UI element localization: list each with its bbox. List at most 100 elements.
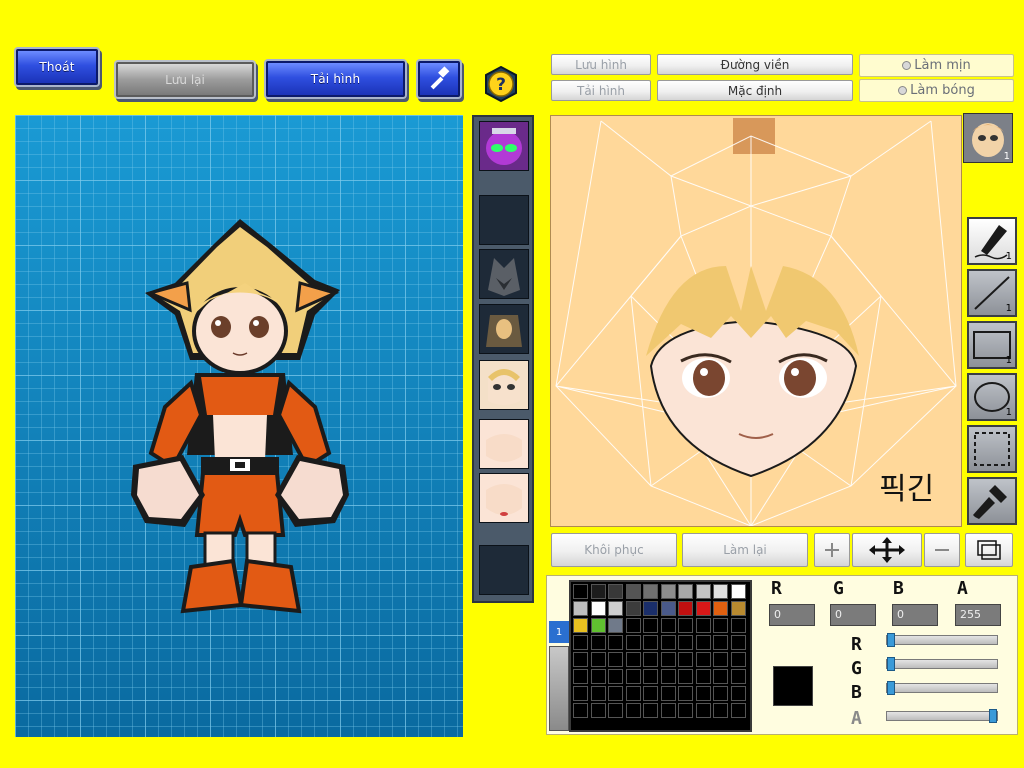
help-button[interactable]: ? bbox=[483, 65, 519, 103]
palette-swatch-empty[interactable] bbox=[660, 635, 676, 650]
palette-swatch-empty[interactable] bbox=[608, 669, 623, 684]
palette-grid[interactable] bbox=[569, 580, 752, 732]
palette-swatch[interactable] bbox=[573, 601, 588, 616]
zoom-in-button[interactable] bbox=[814, 533, 850, 567]
tab-default[interactable]: Mặc định bbox=[657, 80, 853, 101]
palette-swatch-empty[interactable] bbox=[573, 686, 588, 701]
palette-swatch[interactable] bbox=[573, 584, 588, 599]
palette-swatch-empty[interactable] bbox=[713, 652, 728, 667]
palette-swatch[interactable] bbox=[573, 618, 588, 633]
palette-swatch-empty[interactable] bbox=[625, 669, 641, 684]
line-tool[interactable]: 1 bbox=[967, 269, 1017, 317]
layers-button[interactable] bbox=[965, 533, 1013, 567]
part-slot-headgear[interactable] bbox=[479, 121, 529, 171]
palette-swatch[interactable] bbox=[590, 584, 606, 599]
palette-swatch-empty[interactable] bbox=[730, 686, 746, 701]
palette-swatch-empty[interactable] bbox=[730, 635, 746, 650]
avatar[interactable]: 1 bbox=[963, 113, 1013, 163]
g-slider[interactable] bbox=[886, 657, 998, 671]
palette-swatch[interactable] bbox=[590, 618, 606, 633]
palette-swatch-empty[interactable] bbox=[573, 703, 588, 718]
palette-swatch-empty[interactable] bbox=[660, 669, 676, 684]
palette-swatch[interactable] bbox=[695, 601, 711, 616]
palette-swatch[interactable] bbox=[660, 584, 676, 599]
palette-swatch-empty[interactable] bbox=[625, 703, 641, 718]
palette-swatch-empty[interactable] bbox=[643, 635, 658, 650]
palette-swatch-empty[interactable] bbox=[695, 703, 711, 718]
palette-swatch-empty[interactable] bbox=[660, 618, 676, 633]
part-slot-face-a[interactable] bbox=[479, 360, 529, 410]
smooth-option[interactable]: Làm mịn bbox=[859, 54, 1014, 77]
palette-swatch[interactable] bbox=[713, 584, 728, 599]
palette-swatch-empty[interactable] bbox=[678, 618, 693, 633]
palette-swatch[interactable] bbox=[625, 601, 641, 616]
palette-swatch-empty[interactable] bbox=[713, 669, 728, 684]
rectangle-tool[interactable]: 1 bbox=[967, 321, 1017, 369]
palette-swatch-empty[interactable] bbox=[643, 703, 658, 718]
palette-swatch-empty[interactable] bbox=[730, 618, 746, 633]
palette-swatch-empty[interactable] bbox=[643, 669, 658, 684]
palette-swatch[interactable] bbox=[608, 618, 623, 633]
palette-swatch-empty[interactable] bbox=[573, 635, 588, 650]
palette-swatch[interactable] bbox=[625, 584, 641, 599]
part-slot-empty-1[interactable] bbox=[479, 195, 529, 245]
palette-swatch-empty[interactable] bbox=[573, 652, 588, 667]
palette-swatch-empty[interactable] bbox=[660, 652, 676, 667]
part-slot-wolf[interactable] bbox=[479, 249, 529, 299]
save-button[interactable]: Lưu lại bbox=[116, 62, 254, 97]
shade-option[interactable]: Làm bóng bbox=[859, 79, 1014, 102]
eyedropper-tool[interactable] bbox=[967, 477, 1017, 525]
palette-swatch-empty[interactable] bbox=[695, 686, 711, 701]
palette-swatch-empty[interactable] bbox=[678, 652, 693, 667]
palette-swatch[interactable] bbox=[643, 601, 658, 616]
palette-swatch-empty[interactable] bbox=[590, 669, 606, 684]
r-value-box[interactable]: 0 bbox=[769, 604, 815, 626]
palette-swatch[interactable] bbox=[678, 584, 693, 599]
palette-swatch-empty[interactable] bbox=[608, 635, 623, 650]
palette-swatch-empty[interactable] bbox=[590, 686, 606, 701]
palette-swatch-empty[interactable] bbox=[608, 703, 623, 718]
b-slider-knob[interactable] bbox=[887, 681, 895, 695]
b-value-box[interactable]: 0 bbox=[892, 604, 938, 626]
palette-swatch[interactable] bbox=[730, 584, 746, 599]
palette-swatch[interactable] bbox=[660, 601, 676, 616]
palette-swatch-empty[interactable] bbox=[590, 652, 606, 667]
palette-swatch-empty[interactable] bbox=[660, 686, 676, 701]
palette-swatch-empty[interactable] bbox=[660, 703, 676, 718]
palette-swatch[interactable] bbox=[608, 601, 623, 616]
part-slot-empty-2[interactable] bbox=[479, 545, 529, 595]
palette-swatch[interactable] bbox=[695, 584, 711, 599]
smooth-radio[interactable] bbox=[902, 61, 912, 70]
exit-button[interactable]: Thoát bbox=[16, 49, 98, 85]
redo-button[interactable]: Làm lại bbox=[682, 533, 808, 567]
palette-swatch-empty[interactable] bbox=[643, 618, 658, 633]
b-slider[interactable] bbox=[886, 681, 998, 695]
palette-swatch-empty[interactable] bbox=[730, 669, 746, 684]
palette-swatch-empty[interactable] bbox=[695, 669, 711, 684]
palette-swatch-empty[interactable] bbox=[713, 635, 728, 650]
tab-outline[interactable]: Đường viền bbox=[657, 54, 853, 75]
tab-save-image[interactable]: Lưu hình bbox=[551, 54, 651, 75]
palette-swatch[interactable] bbox=[713, 601, 728, 616]
palette-swatch-empty[interactable] bbox=[730, 652, 746, 667]
palette-swatch-empty[interactable] bbox=[625, 652, 641, 667]
a-slider[interactable] bbox=[886, 709, 998, 723]
a-slider-knob[interactable] bbox=[989, 709, 997, 723]
palette-swatch-empty[interactable] bbox=[730, 703, 746, 718]
g-slider-knob[interactable] bbox=[887, 657, 895, 671]
character-preview-canvas[interactable] bbox=[15, 115, 463, 737]
palette-swatch-empty[interactable] bbox=[713, 703, 728, 718]
pen-tool[interactable]: 1 bbox=[967, 217, 1017, 265]
r-slider-knob[interactable] bbox=[887, 633, 895, 647]
palette-swatch-empty[interactable] bbox=[678, 669, 693, 684]
g-value-box[interactable]: 0 bbox=[830, 604, 876, 626]
palette-swatch[interactable] bbox=[678, 601, 693, 616]
palette-swatch-empty[interactable] bbox=[713, 686, 728, 701]
palette-swatch-empty[interactable] bbox=[678, 686, 693, 701]
palette-swatch-empty[interactable] bbox=[643, 652, 658, 667]
palette-swatch[interactable] bbox=[730, 601, 746, 616]
palette-swatch[interactable] bbox=[608, 584, 623, 599]
palette-swatch-empty[interactable] bbox=[590, 635, 606, 650]
reload-button[interactable]: Tải hình bbox=[266, 61, 405, 97]
palette-swatch-empty[interactable] bbox=[590, 703, 606, 718]
